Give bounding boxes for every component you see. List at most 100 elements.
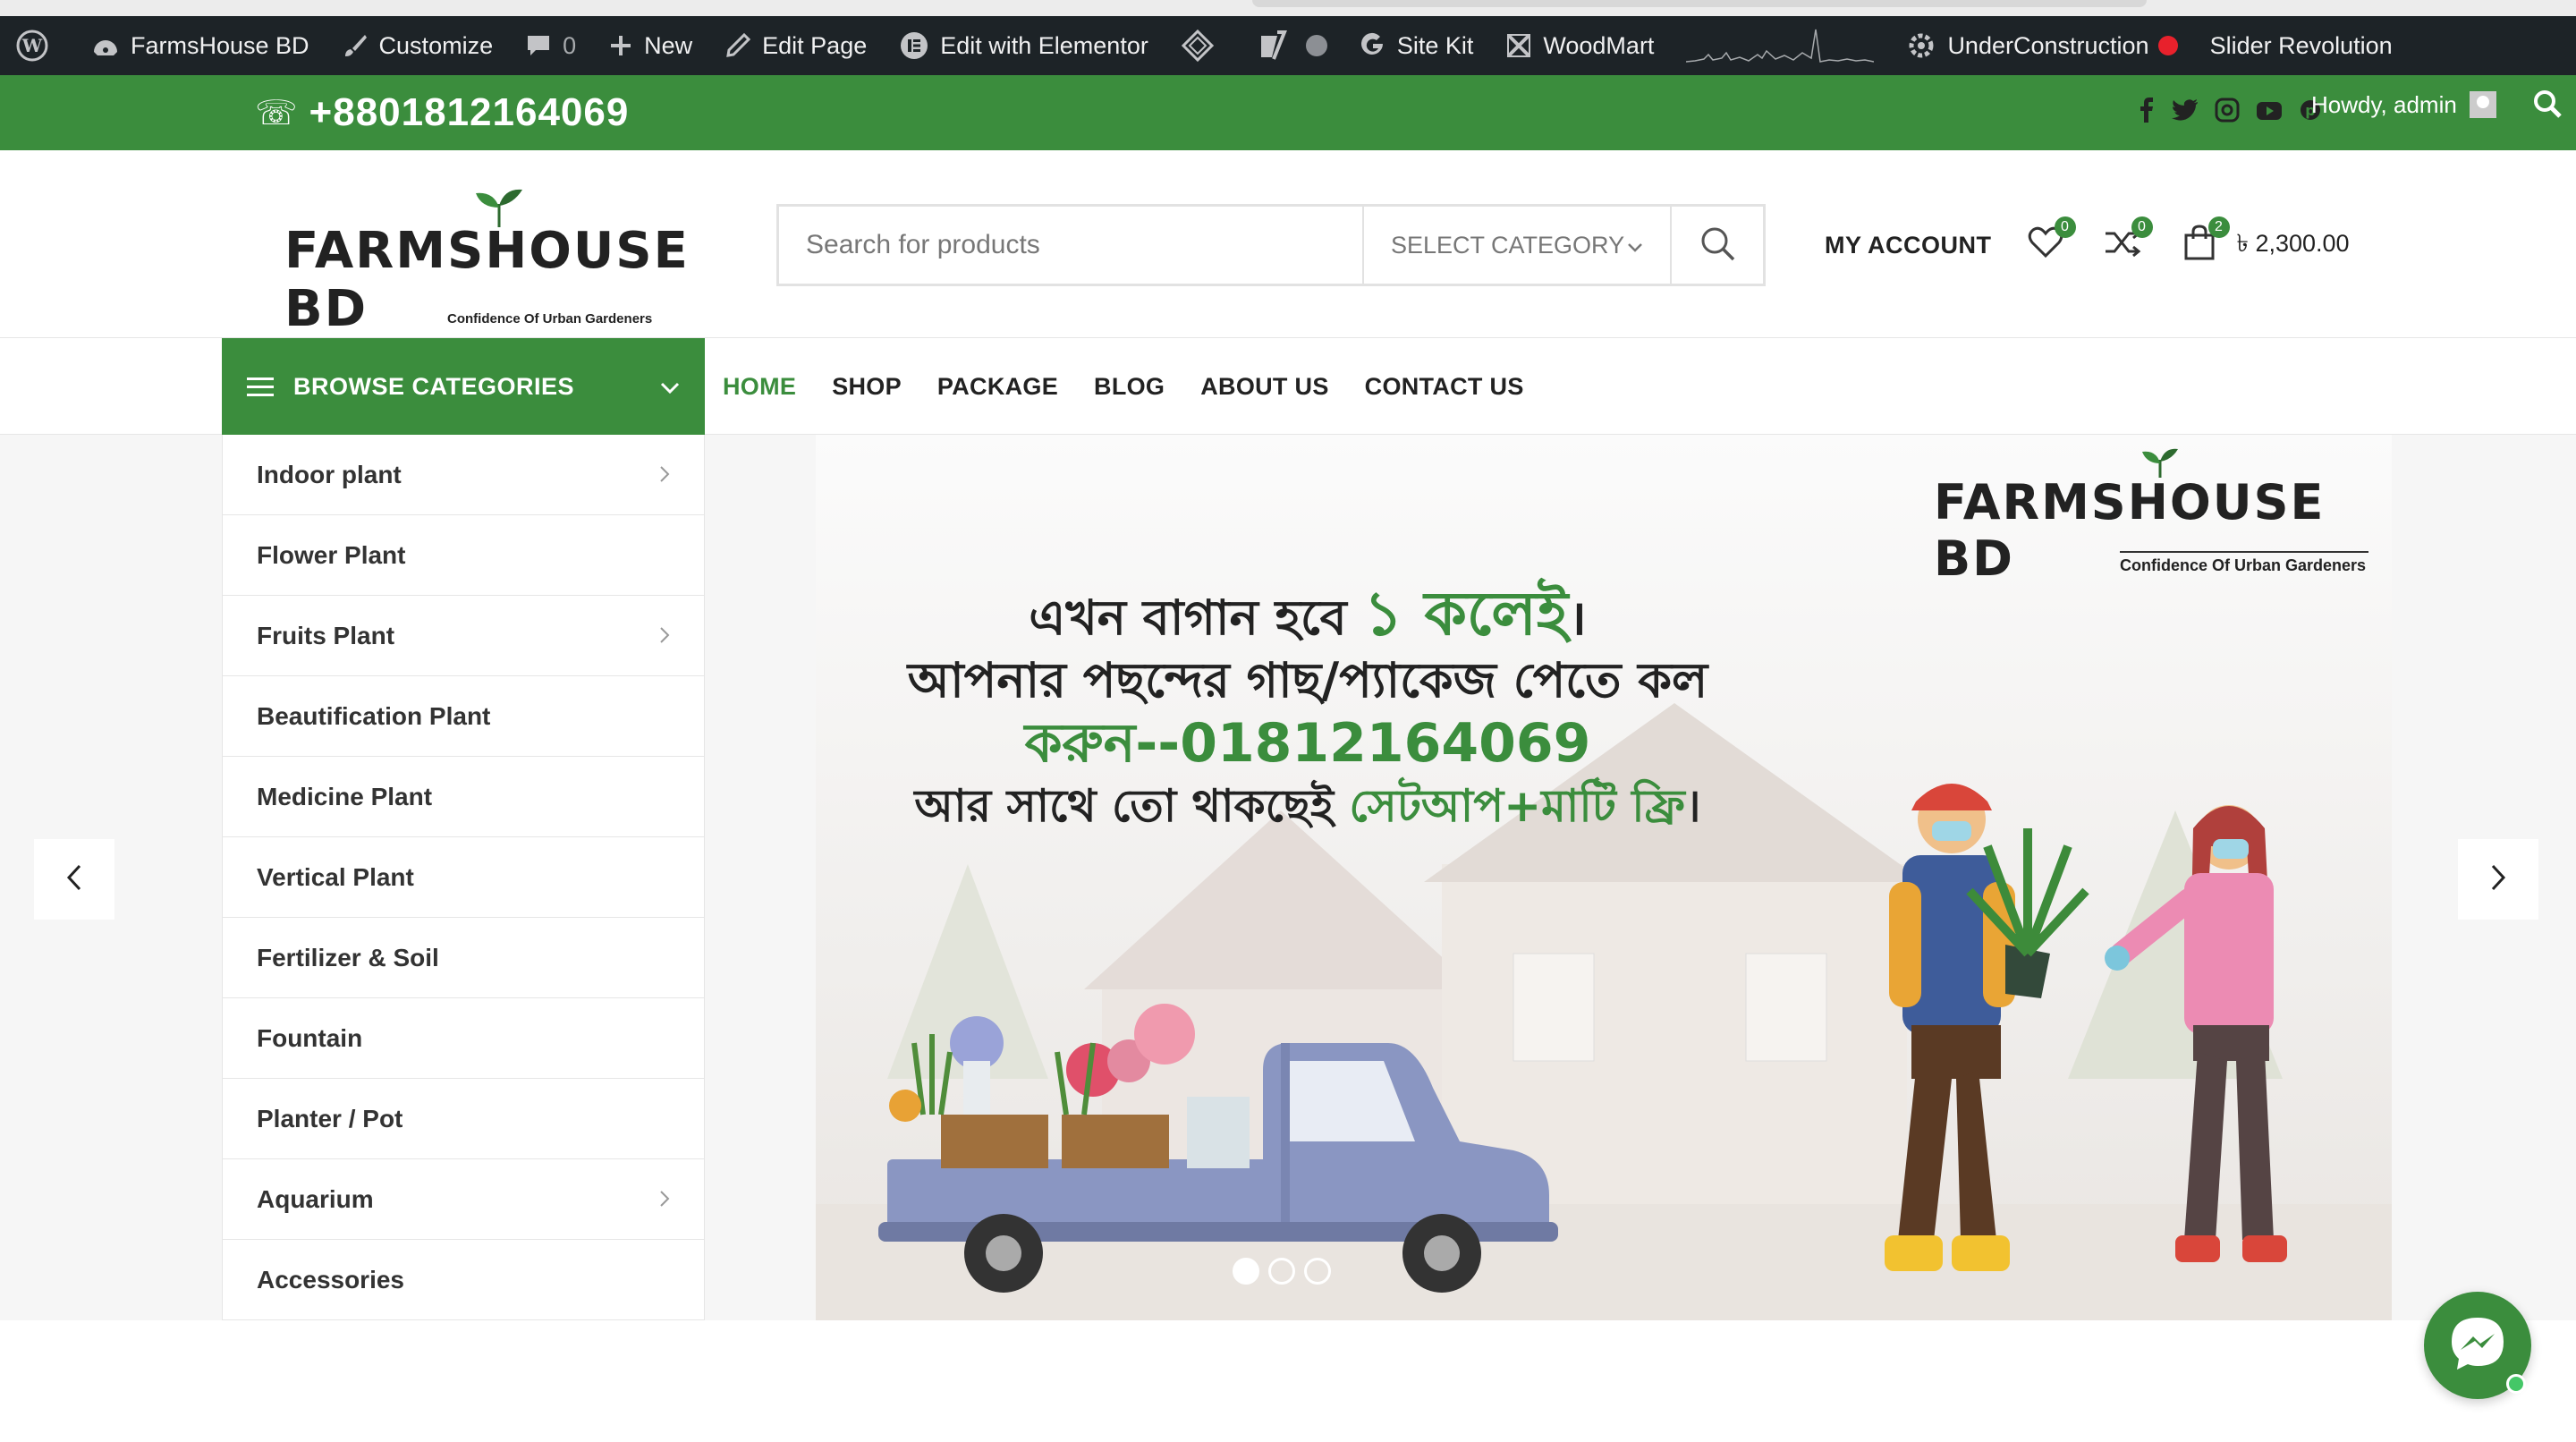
slider-pagination (1233, 1258, 1331, 1285)
sparkline-icon (1686, 29, 1875, 63)
headline-line-2: আপনার পছন্দের গাছ/প্যাকেজ পেতে কল (907, 652, 1708, 708)
wordpress-icon: W (16, 30, 48, 62)
logo-divider (2120, 551, 2368, 553)
status-red-dot-icon (2157, 36, 2178, 55)
new-content-link[interactable]: New (592, 16, 708, 75)
phone-icon: ☏ (255, 94, 299, 132)
search-icon (1699, 225, 1736, 267)
search-button[interactable] (1670, 207, 1763, 284)
category-item-fertilizer-soil[interactable]: Fertilizer & Soil (223, 918, 704, 998)
headline-highlight: ১ কলেই (1363, 579, 1569, 649)
site-kit-label: Site Kit (1396, 31, 1474, 59)
category-label: Planter / Pot (257, 1104, 403, 1132)
chevron-down-icon (660, 373, 680, 401)
woodmart-link[interactable]: WoodMart (1489, 16, 1670, 75)
messenger-chat-button[interactable] (2424, 1292, 2531, 1399)
wordpress-logo-button[interactable]: W (0, 16, 75, 75)
slider-dot-1[interactable] (1233, 1258, 1259, 1285)
comments-link[interactable]: 0 (509, 16, 592, 75)
cart-total[interactable]: ৳ 2,300.00 (2237, 225, 2350, 266)
howdy-admin[interactable]: Howdy, admin (2311, 75, 2496, 134)
nav-package[interactable]: PACKAGE (937, 373, 1058, 401)
category-label: Beautification Plant (257, 701, 491, 730)
category-label: Flower Plant (257, 540, 406, 569)
plus-icon (608, 33, 633, 58)
diamond-plugin-button[interactable] (1165, 16, 1241, 75)
dashboard-icon (91, 32, 120, 59)
customize-link[interactable]: Customize (326, 16, 510, 75)
category-select[interactable]: SELECT CATEGORY (1362, 207, 1670, 284)
wishlist-count-badge: 0 (2054, 216, 2076, 238)
category-item-fruits-plant[interactable]: Fruits Plant (223, 596, 704, 676)
nav-shop[interactable]: SHOP (832, 373, 902, 401)
headline-line-3: করুন--01812164069 (1024, 712, 1591, 775)
category-item-fountain[interactable]: Fountain (223, 998, 704, 1079)
hero-slide[interactable]: FARMSHOUSE BD Confidence Of Urban Garden… (816, 435, 2392, 1320)
slide-logo-tagline: Confidence Of Urban Gardeners (2120, 556, 2367, 574)
site-logo[interactable]: FARMSHOUSE BD Confidence Of Urban Garden… (284, 188, 688, 338)
youtube-icon[interactable] (2256, 99, 2283, 127)
slider-revolution-label: Slider Revolution (2209, 31, 2393, 59)
browser-top-strip (0, 0, 2576, 16)
elementor-link[interactable]: Edit with Elementor (883, 16, 1165, 75)
chevron-right-icon (659, 622, 670, 650)
slider-revolution-link[interactable]: Slider Revolution (2194, 16, 2409, 75)
compare-count-badge: 0 (2131, 216, 2153, 238)
slider-prev-button[interactable] (34, 839, 114, 920)
truck-illustration (878, 1004, 1558, 1293)
phone-text: +8801812164069 (309, 90, 630, 134)
main-menu: HOME SHOP PACKAGE BLOG ABOUT US CONTACT … (723, 338, 1560, 435)
logo-tagline: Confidence Of Urban Gardeners (447, 311, 653, 327)
category-item-vertical-plant[interactable]: Vertical Plant (223, 837, 704, 918)
headline-text: । (1684, 780, 1701, 832)
woodmart-label: WoodMart (1543, 31, 1655, 59)
site-name-link[interactable]: FarmsHouse BD (75, 16, 326, 75)
phone-number[interactable]: ☏ +8801812164069 (255, 75, 629, 150)
category-item-medicine-plant[interactable]: Medicine Plant (223, 757, 704, 837)
brush-icon (342, 32, 369, 59)
slider-dot-3[interactable] (1304, 1258, 1331, 1285)
category-item-aquarium[interactable]: Aquarium (223, 1159, 704, 1240)
category-item-accessories[interactable]: Accessories (223, 1240, 704, 1320)
nav-blog[interactable]: BLOG (1094, 373, 1165, 401)
edit-page-link[interactable]: Edit Page (708, 16, 883, 75)
scrollbar-indicator (1252, 0, 2147, 7)
yoast-button[interactable] (1241, 16, 1343, 75)
nav-about-us[interactable]: ABOUT US (1200, 373, 1328, 401)
site-header: FARMSHOUSE BD Confidence Of Urban Garden… (0, 150, 2576, 338)
instagram-icon[interactable] (2215, 98, 2240, 129)
admin-search-icon[interactable] (2531, 88, 2563, 120)
wishlist-button[interactable]: 0 (2026, 216, 2076, 265)
under-construction-link[interactable]: UnderConstruction (1890, 16, 2193, 75)
category-label: Aquarium (257, 1184, 374, 1213)
chevron-right-icon (659, 1185, 670, 1214)
search-input[interactable] (779, 207, 1362, 284)
social-links: p (2138, 75, 2322, 150)
site-kit-link[interactable]: Site Kit (1343, 16, 1490, 75)
cart-button[interactable]: 2 (2180, 216, 2230, 265)
compare-button[interactable]: 0 (2103, 216, 2153, 265)
category-list: Indoor plant Flower Plant Fruits Plant B… (222, 435, 705, 1320)
nav-contact-us[interactable]: CONTACT US (1365, 373, 1524, 401)
category-item-planter-pot[interactable]: Planter / Pot (223, 1079, 704, 1159)
facebook-icon[interactable] (2138, 97, 2156, 130)
browse-categories-label: BROWSE CATEGORIES (293, 372, 575, 400)
slider-next-button[interactable] (2458, 839, 2538, 920)
elementor-label: Edit with Elementor (940, 31, 1148, 59)
howdy-label: Howdy, admin (2311, 90, 2457, 118)
nav-home[interactable]: HOME (723, 373, 796, 401)
twitter-icon[interactable] (2172, 98, 2199, 128)
traffic-sparkline[interactable] (1670, 16, 1890, 75)
category-item-beautification-plant[interactable]: Beautification Plant (223, 676, 704, 757)
category-item-flower-plant[interactable]: Flower Plant (223, 515, 704, 596)
category-item-indoor-plant[interactable]: Indoor plant (223, 435, 704, 515)
status-dot-icon (1305, 35, 1327, 56)
site-name-label: FarmsHouse BD (131, 31, 309, 59)
category-label: Fountain (257, 1023, 363, 1052)
comment-icon (525, 32, 552, 59)
my-account-link[interactable]: MY ACCOUNT (1825, 232, 1992, 259)
diamond-icon (1181, 29, 1215, 63)
slider-dot-2[interactable] (1268, 1258, 1295, 1285)
headline-line-1: এখন বাগান হবে ১ কলেই। (816, 583, 1800, 649)
browse-categories-button[interactable]: BROWSE CATEGORIES (222, 338, 705, 435)
